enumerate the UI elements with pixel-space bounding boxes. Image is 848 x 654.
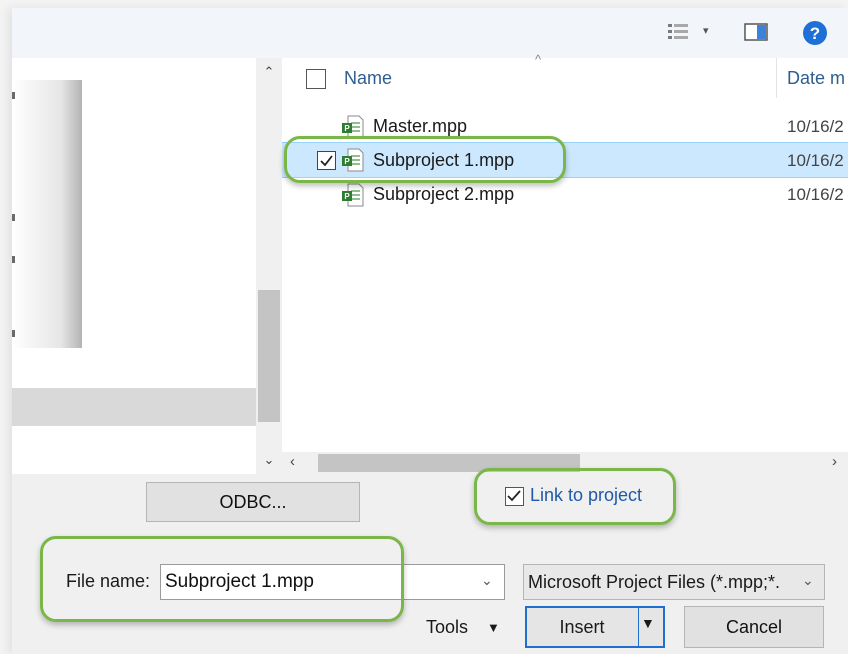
preview-pane-icon[interactable]: [744, 22, 768, 46]
file-date: 10/16/2: [787, 117, 844, 136]
scroll-left-icon[interactable]: ‹: [290, 453, 295, 470]
toolbar: [12, 8, 848, 58]
nav-item-marker: [12, 256, 15, 263]
insert-button-label[interactable]: Insert: [527, 617, 637, 638]
odbc-button[interactable]: ODBC...: [146, 482, 360, 522]
view-dropdown-icon[interactable]: ▾: [703, 24, 709, 37]
navigation-selected-item[interactable]: [12, 388, 256, 426]
file-date: 10/16/2: [787, 185, 844, 204]
file-row[interactable]: [282, 178, 848, 212]
chevron-down-icon[interactable]: ⌄: [802, 572, 814, 589]
insert-dropdown-icon[interactable]: ▼: [641, 615, 655, 631]
svg-text:P: P: [344, 192, 350, 201]
column-header-date[interactable]: Date m: [787, 68, 845, 89]
file-name[interactable]: Subproject 2.mpp: [373, 184, 514, 205]
cancel-button[interactable]: Cancel: [684, 606, 824, 648]
column-header-name[interactable]: Name: [344, 68, 392, 89]
callout-selected-file: [284, 136, 566, 183]
sort-ascending-icon: ^: [535, 52, 542, 67]
callout-file-name: [40, 536, 404, 622]
navigation-preview: [12, 80, 82, 348]
callout-link-to-project: [474, 468, 676, 525]
file-name[interactable]: Master.mpp: [373, 116, 467, 137]
navigation-scroll-thumb[interactable]: [258, 290, 280, 422]
nav-item-marker: [12, 92, 15, 99]
scroll-up-icon[interactable]: ⌃: [258, 64, 280, 80]
insert-split-divider: [638, 606, 639, 648]
nav-item-marker: [12, 330, 15, 337]
file-type-select[interactable]: Microsoft Project Files (*.mpp;*.: [523, 564, 825, 600]
project-file-icon: P: [342, 183, 364, 207]
scroll-down-icon[interactable]: ⌄: [258, 452, 280, 468]
help-icon[interactable]: ?: [802, 20, 827, 45]
tools-dropdown-icon[interactable]: ▼: [487, 620, 500, 635]
project-file-icon: P: [342, 115, 364, 139]
file-type-value: Microsoft Project Files (*.mpp;*.: [528, 572, 781, 592]
chevron-down-icon[interactable]: ⌄: [481, 572, 493, 589]
svg-text:P: P: [344, 124, 350, 133]
column-separator[interactable]: [776, 58, 777, 98]
select-all-checkbox[interactable]: [306, 69, 326, 89]
nav-item-marker: [12, 214, 15, 221]
svg-text:?: ?: [810, 24, 820, 43]
file-date: 10/16/2: [787, 151, 844, 170]
scroll-right-icon[interactable]: ›: [832, 453, 837, 470]
list-view-icon[interactable]: [668, 22, 692, 46]
tools-button[interactable]: Tools: [426, 617, 468, 638]
